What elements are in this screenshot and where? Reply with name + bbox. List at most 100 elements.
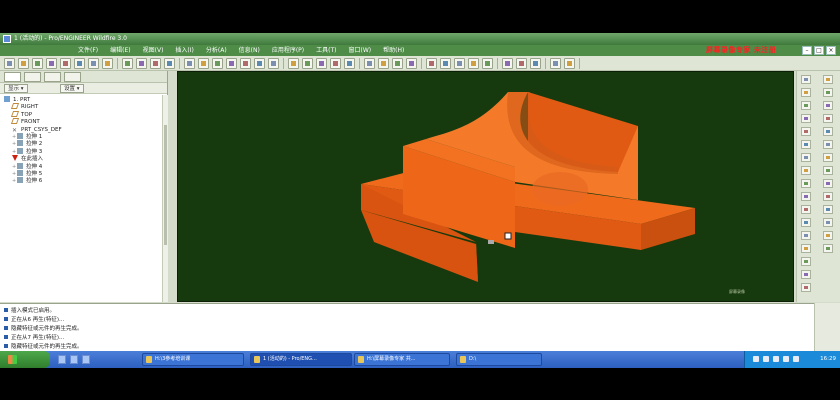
feature-tool-button[interactable] bbox=[823, 153, 833, 162]
toolbar-button[interactable] bbox=[32, 58, 43, 69]
start-button[interactable] bbox=[0, 351, 50, 368]
menu-item[interactable]: 插入(I) bbox=[175, 45, 193, 56]
toolbar-button[interactable] bbox=[392, 58, 403, 69]
toolbar-button[interactable] bbox=[378, 58, 389, 69]
tab-folder-browser[interactable] bbox=[24, 72, 41, 82]
toolbar-button[interactable] bbox=[254, 58, 265, 69]
minimize-button[interactable]: – bbox=[802, 46, 812, 55]
menu-item[interactable]: 帮助(H) bbox=[383, 45, 404, 56]
toolbar-button[interactable] bbox=[530, 58, 541, 69]
feature-tool-button[interactable] bbox=[823, 101, 833, 110]
feature-tool-button[interactable] bbox=[801, 257, 811, 266]
menu-item[interactable]: 信息(N) bbox=[239, 45, 260, 56]
toolbar-button[interactable] bbox=[212, 58, 223, 69]
menu-item[interactable]: 应用程序(P) bbox=[272, 45, 304, 56]
tab-favorites[interactable] bbox=[44, 72, 61, 82]
feature-tool-button[interactable] bbox=[801, 75, 811, 84]
close-button[interactable]: × bbox=[826, 46, 836, 55]
feature-tool-button[interactable] bbox=[801, 218, 811, 227]
feature-tool-button[interactable] bbox=[801, 88, 811, 97]
menu-item[interactable]: 窗口(W) bbox=[349, 45, 372, 56]
show-dropdown[interactable]: 显示 ▾ bbox=[4, 84, 28, 93]
feature-tool-button[interactable] bbox=[823, 192, 833, 201]
toolbar-button[interactable] bbox=[316, 58, 327, 69]
toolbar-button[interactable] bbox=[440, 58, 451, 69]
toolbar-button[interactable] bbox=[482, 58, 493, 69]
toolbar-button[interactable] bbox=[288, 58, 299, 69]
tab-connections[interactable] bbox=[64, 72, 81, 82]
taskbar-button[interactable]: D:\ bbox=[456, 353, 542, 366]
feature-tool-button[interactable] bbox=[823, 140, 833, 149]
tree-node[interactable]: + 拉伸 6 bbox=[12, 177, 42, 185]
feature-tool-button[interactable] bbox=[801, 205, 811, 214]
toolbar-button[interactable] bbox=[164, 58, 175, 69]
feature-tool-button[interactable] bbox=[823, 75, 833, 84]
toolbar-button[interactable] bbox=[184, 58, 195, 69]
toolbar-button[interactable] bbox=[268, 58, 279, 69]
toolbar-button[interactable] bbox=[426, 58, 437, 69]
quicklaunch-icon[interactable] bbox=[58, 355, 66, 364]
tab-model-tree[interactable] bbox=[4, 72, 21, 82]
toolbar-button[interactable] bbox=[60, 58, 71, 69]
toolbar-button[interactable] bbox=[150, 58, 161, 69]
tree-scrollbar[interactable] bbox=[162, 95, 168, 302]
feature-tool-button[interactable] bbox=[823, 179, 833, 188]
feature-tool-button[interactable] bbox=[801, 231, 811, 240]
tray-icon[interactable] bbox=[793, 356, 799, 362]
quicklaunch-icon[interactable] bbox=[82, 355, 90, 364]
taskbar-button[interactable]: H:\屏幕录像专家 共... bbox=[354, 353, 450, 366]
toolbar-button[interactable] bbox=[18, 58, 29, 69]
toolbar-button[interactable] bbox=[502, 58, 513, 69]
feature-tool-button[interactable] bbox=[801, 166, 811, 175]
quicklaunch-icon[interactable] bbox=[70, 355, 78, 364]
feature-tool-button[interactable] bbox=[801, 114, 811, 123]
toolbar-button[interactable] bbox=[550, 58, 561, 69]
menu-item[interactable]: 视图(V) bbox=[143, 45, 164, 56]
settings-dropdown[interactable]: 设置 ▾ bbox=[60, 84, 84, 93]
feature-tool-button[interactable] bbox=[823, 127, 833, 136]
menu-item[interactable]: 工具(T) bbox=[316, 45, 336, 56]
taskbar-button[interactable]: 1 (活动的) - Pro/ENG... bbox=[250, 353, 352, 366]
feature-tool-button[interactable] bbox=[801, 179, 811, 188]
toolbar-button[interactable] bbox=[74, 58, 85, 69]
toolbar-button[interactable] bbox=[330, 58, 341, 69]
toolbar-button[interactable] bbox=[226, 58, 237, 69]
feature-tool-button[interactable] bbox=[823, 114, 833, 123]
toolbar-button[interactable] bbox=[364, 58, 375, 69]
menu-item[interactable]: 分析(A) bbox=[206, 45, 227, 56]
toolbar-button[interactable] bbox=[102, 58, 113, 69]
toolbar-button[interactable] bbox=[136, 58, 147, 69]
toolbar-button[interactable] bbox=[344, 58, 355, 69]
menu-item[interactable]: 文件(F) bbox=[78, 45, 98, 56]
feature-tool-button[interactable] bbox=[801, 244, 811, 253]
toolbar-button[interactable] bbox=[198, 58, 209, 69]
toolbar-button[interactable] bbox=[46, 58, 57, 69]
feature-tool-button[interactable] bbox=[823, 218, 833, 227]
feature-tool-button[interactable] bbox=[823, 205, 833, 214]
feature-tool-button[interactable] bbox=[823, 244, 833, 253]
scroll-thumb[interactable] bbox=[164, 125, 167, 245]
toolbar-button[interactable] bbox=[564, 58, 575, 69]
feature-tool-button[interactable] bbox=[823, 231, 833, 240]
menu-item[interactable]: 编辑(E) bbox=[110, 45, 130, 56]
toolbar-button[interactable] bbox=[468, 58, 479, 69]
toolbar-button[interactable] bbox=[88, 58, 99, 69]
feature-tool-button[interactable] bbox=[801, 283, 811, 292]
feature-tool-button[interactable] bbox=[801, 140, 811, 149]
toolbar-button[interactable] bbox=[516, 58, 527, 69]
feature-tool-button[interactable] bbox=[823, 166, 833, 175]
toolbar-button[interactable] bbox=[122, 58, 133, 69]
feature-tool-button[interactable] bbox=[801, 153, 811, 162]
maximize-button[interactable]: □ bbox=[814, 46, 824, 55]
feature-tool-button[interactable] bbox=[801, 101, 811, 110]
tray-icon[interactable] bbox=[753, 356, 759, 362]
feature-tool-button[interactable] bbox=[801, 270, 811, 279]
toolbar-button[interactable] bbox=[406, 58, 417, 69]
tray-icon[interactable] bbox=[773, 356, 779, 362]
graphics-viewport[interactable]: 屏幕录像 bbox=[177, 71, 794, 302]
feature-tool-button[interactable] bbox=[801, 192, 811, 201]
tray-icon[interactable] bbox=[763, 356, 769, 362]
message-scrollbar[interactable] bbox=[814, 303, 840, 355]
feature-tool-button[interactable] bbox=[801, 127, 811, 136]
tray-icon[interactable] bbox=[783, 356, 789, 362]
